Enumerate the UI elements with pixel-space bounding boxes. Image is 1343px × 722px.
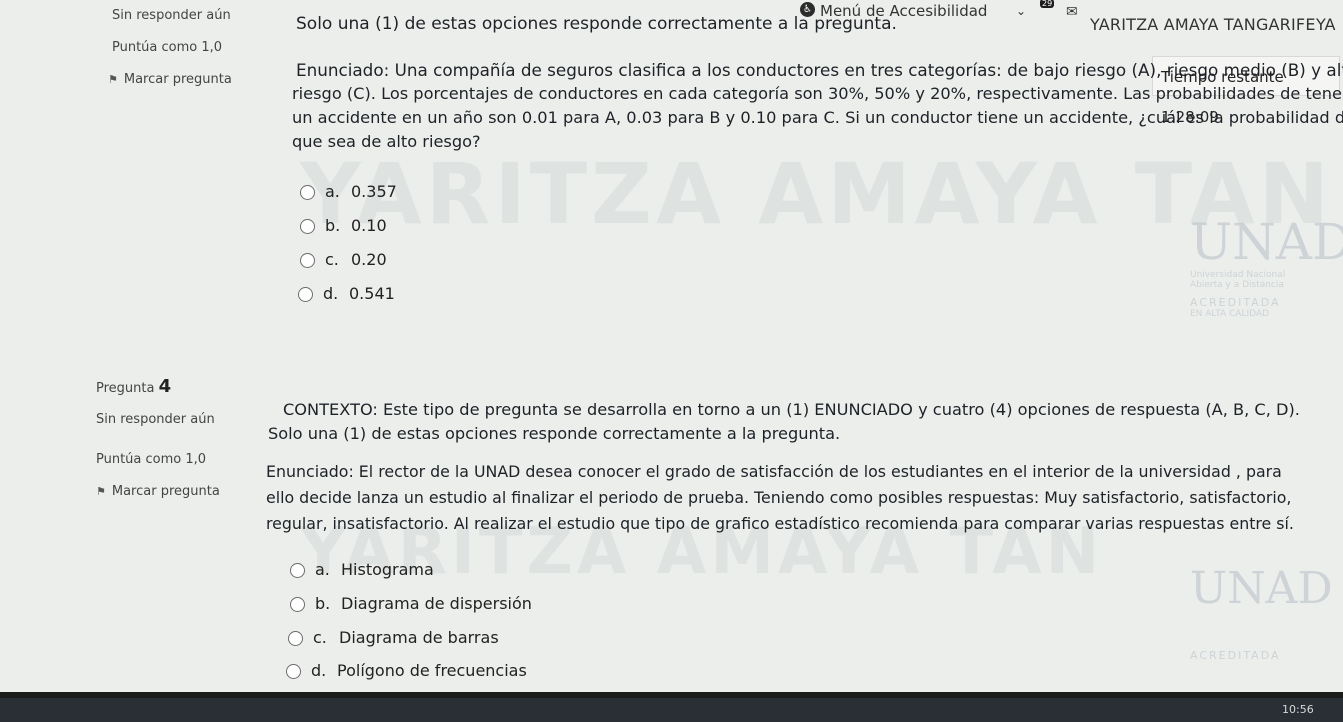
- unad-logo: UNAD ACREDITADA: [1190, 563, 1333, 663]
- answer-option-b[interactable]: b. Diagrama de dispersión: [290, 594, 532, 618]
- question-4-statement-line: regular, insatisfactorio. Al realizar el…: [266, 514, 1294, 533]
- answer-option-d[interactable]: d. 0.541: [298, 284, 395, 308]
- question-label: Pregunta 4: [96, 376, 172, 397]
- user-avatar[interactable]: YA: [1316, 15, 1335, 34]
- question-4-intro: Solo una (1) de estas opciones responde …: [268, 424, 841, 443]
- question-4-statement-line: ello decide lanza un estudio al finaliza…: [266, 488, 1292, 507]
- radio-button[interactable]: [298, 287, 313, 302]
- flag-question-label: Marcar pregunta: [123, 72, 232, 87]
- question-number: 4: [158, 376, 172, 397]
- question-status: Sin responder aún: [112, 8, 231, 23]
- watermark-text: YARITZA AMAYA TAN: [300, 145, 1333, 243]
- question-score: Puntúa como 1,0: [112, 40, 223, 55]
- question-score: Puntúa como 1,0: [96, 452, 207, 467]
- taskbar: [0, 698, 1343, 722]
- answer-option-a[interactable]: a. 0.357: [300, 182, 397, 206]
- radio-button[interactable]: [300, 219, 315, 234]
- question-3-statement-line: riesgo (C). Los porcentajes de conductor…: [292, 84, 1343, 103]
- answer-option-b[interactable]: b. 0.10: [300, 216, 387, 240]
- taskbar-clock: 10:56: [1282, 703, 1314, 716]
- flag-question-label: Marcar pregunta: [111, 484, 220, 499]
- question-3-statement-line: un accidente en un año son 0.01 para A, …: [292, 108, 1343, 127]
- question-3-statement-line: Enunciado: Una compañía de seguros clasi…: [296, 60, 1343, 80]
- answer-option-a[interactable]: a. Histograma: [290, 560, 434, 584]
- flag-question-button[interactable]: ⚑ Marcar pregunta: [108, 72, 232, 87]
- radio-button[interactable]: [290, 563, 305, 578]
- answer-option-d[interactable]: d. Polígono de frecuencias: [286, 661, 527, 685]
- unad-logo: UNAD Universidad Nacional Abierta y a Di…: [1190, 213, 1343, 320]
- question-status: Sin responder aún: [96, 412, 215, 427]
- question-4-statement-line: Enunciado: El rector de la UNAD desea co…: [266, 462, 1282, 481]
- flag-icon: ⚑: [108, 73, 118, 86]
- radio-button[interactable]: [300, 185, 315, 200]
- flag-question-button[interactable]: ⚑ Marcar pregunta: [96, 484, 220, 499]
- question-4-context: CONTEXTO: Este tipo de pregunta se desar…: [283, 400, 1300, 419]
- answer-option-c[interactable]: c. 0.20: [300, 250, 387, 274]
- radio-button[interactable]: [290, 597, 305, 612]
- radio-button[interactable]: [288, 631, 303, 646]
- notification-count: 29: [1040, 0, 1055, 8]
- radio-button[interactable]: [286, 664, 301, 679]
- flag-icon: ⚑: [96, 485, 106, 498]
- answer-option-c[interactable]: c. Diagrama de barras: [288, 628, 499, 652]
- question-3-intro: Solo una (1) de estas opciones responde …: [296, 14, 897, 34]
- radio-button[interactable]: [300, 253, 315, 268]
- question-3-statement-line: que sea de alto riesgo?: [292, 132, 481, 151]
